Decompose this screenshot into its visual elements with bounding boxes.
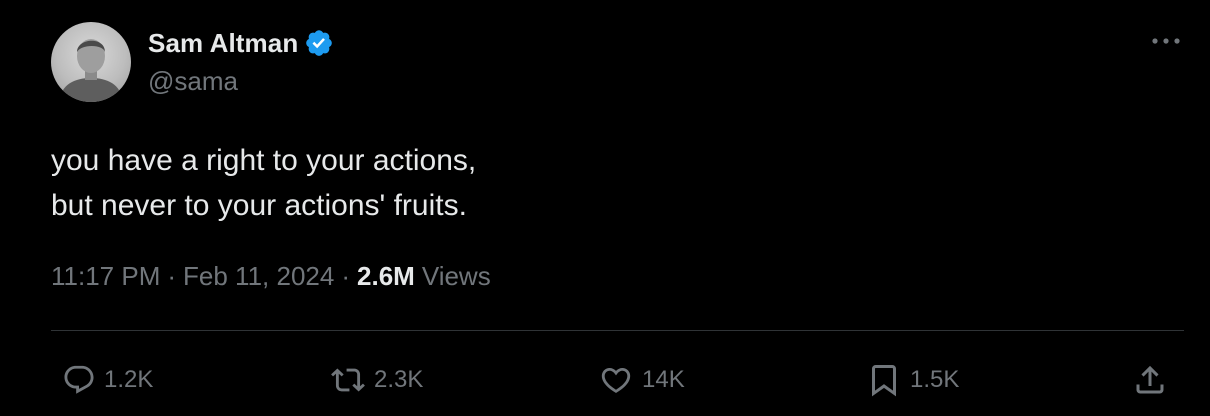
bookmark-button[interactable]: 1.5K — [866, 360, 959, 400]
more-options-icon — [1152, 38, 1180, 44]
avatar[interactable] — [51, 22, 131, 102]
meta-separator: · — [341, 261, 351, 291]
tweet-card: Sam Altman @sama you have a right to you… — [0, 0, 1210, 416]
bookmark-icon — [872, 365, 896, 397]
tweet-date[interactable]: Feb 11, 2024 — [183, 261, 334, 292]
heart-icon — [601, 367, 631, 393]
tweet-time[interactable]: 11:17 PM — [51, 261, 160, 292]
bookmark-count: 1.5K — [910, 366, 960, 393]
retweet-count: 2.3K — [374, 366, 424, 393]
display-name[interactable]: Sam Altman — [148, 28, 298, 59]
like-button[interactable]: 14K — [598, 360, 685, 400]
action-bar: 1.2K 2.3K 14K 1.5K — [0, 360, 1210, 400]
retweet-arrows-icon — [331, 368, 365, 392]
views-label: Views — [421, 261, 491, 291]
like-count: 14K — [642, 366, 685, 393]
share-upload-icon — [1136, 365, 1164, 394]
divider — [51, 330, 1184, 331]
name-row: Sam Altman — [148, 27, 334, 59]
verified-badge-icon — [304, 28, 334, 58]
views-count[interactable]: 2.6M — [357, 261, 415, 292]
author-block: Sam Altman @sama — [148, 27, 334, 97]
meta-separator: · — [167, 261, 177, 291]
retweet-button[interactable]: 2.3K — [330, 360, 423, 400]
tweet-text: you have a right to your actions, but ne… — [51, 144, 477, 222]
more-options-button[interactable] — [1146, 26, 1186, 56]
reply-button[interactable]: 1.2K — [62, 360, 153, 400]
tweet-meta: 11:17 PM · Feb 11, 2024 · 2.6M Views — [51, 261, 491, 292]
share-button[interactable] — [1132, 360, 1168, 400]
reply-count: 1.2K — [104, 366, 154, 393]
handle[interactable]: @sama — [148, 66, 334, 97]
reply-bubble-icon — [64, 365, 94, 394]
